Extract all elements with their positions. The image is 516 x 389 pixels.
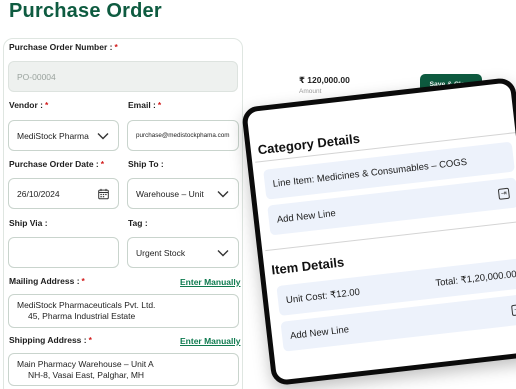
- po-date-label: Purchase Order Date : *: [9, 159, 105, 169]
- email-field[interactable]: purchase@medistockphama.com: [127, 120, 239, 151]
- amount-label: Amount: [299, 88, 322, 95]
- tag-value: Urgent Stock: [136, 247, 186, 258]
- po-date-field[interactable]: 26/10/2024: [8, 178, 119, 209]
- ship-to-value: Warehouse – Unit: [136, 188, 204, 199]
- calendar-icon[interactable]: [98, 188, 109, 199]
- mailing-address-label: Mailing Address : *: [9, 276, 85, 286]
- mailing-address-field[interactable]: MediStock Pharmaceuticals Pvt. Ltd. 45, …: [8, 294, 239, 328]
- item-add-line-label: Add New Line: [289, 323, 350, 342]
- po-number-label: Purchase Order Number : *: [9, 42, 118, 52]
- email-value: purchase@medistockphama.com: [136, 132, 230, 139]
- shipping-address-label: Shipping Address : *: [9, 335, 92, 345]
- shipping-address-line1: Main Pharmacy Warehouse – Unit A: [17, 358, 154, 369]
- item-total-text: Total: ₹1,20,000.00: [434, 268, 516, 289]
- category-details-title: Category Details: [256, 130, 361, 158]
- unit-cost-text: Unit Cost: ₹12.00: [285, 286, 361, 306]
- shipping-address-field[interactable]: Main Pharmacy Warehouse – Unit A NH-8, V…: [8, 353, 239, 386]
- amount-value: ₹ 120,000.00: [299, 75, 350, 85]
- ship-via-input[interactable]: [8, 237, 119, 268]
- category-add-line-label: Add New Line: [276, 207, 337, 226]
- mailing-enter-manually-link[interactable]: Enter Manually: [180, 277, 240, 287]
- vendor-select[interactable]: MediStock Pharma: [8, 120, 119, 151]
- po-date-value: 26/10/2024: [17, 188, 60, 199]
- ship-via-label: Ship Via :: [9, 218, 48, 228]
- mailing-address-line1: MediStock Pharmaceuticals Pvt. Ltd.: [17, 300, 156, 310]
- chevron-down-icon: [217, 190, 229, 197]
- tag-select[interactable]: Urgent Stock: [127, 237, 239, 268]
- item-details-title: Item Details: [270, 254, 345, 278]
- arrow-into-box-icon[interactable]: ⇥: [511, 303, 516, 317]
- arrow-into-box-icon[interactable]: ⇥: [497, 187, 510, 200]
- email-label: Email : *: [128, 100, 162, 110]
- vendor-value: MediStock Pharma: [17, 130, 89, 141]
- ship-to-label: Ship To :: [128, 159, 164, 169]
- page-title: Purchase Order: [9, 0, 162, 22]
- category-line-item-text: Line Item: Medicines & Consumables – COG…: [272, 156, 468, 190]
- vendor-label: Vendor : *: [9, 100, 49, 110]
- mailing-address-line2: 45, Pharma Industrial Estate: [28, 311, 136, 321]
- po-number-input[interactable]: PO-00004: [8, 61, 238, 92]
- ship-to-select[interactable]: Warehouse – Unit: [127, 178, 239, 209]
- details-zoom-card: Category Details Line Item: Medicines & …: [241, 76, 516, 387]
- tag-label: Tag :: [128, 218, 148, 228]
- shipping-enter-manually-link[interactable]: Enter Manually: [180, 336, 240, 346]
- chevron-down-icon: [217, 249, 229, 256]
- chevron-down-icon: [97, 132, 109, 139]
- shipping-address-line2: NH-8, Vasai East, Palghar, MH: [28, 369, 145, 380]
- po-number-placeholder: PO-00004: [17, 71, 56, 82]
